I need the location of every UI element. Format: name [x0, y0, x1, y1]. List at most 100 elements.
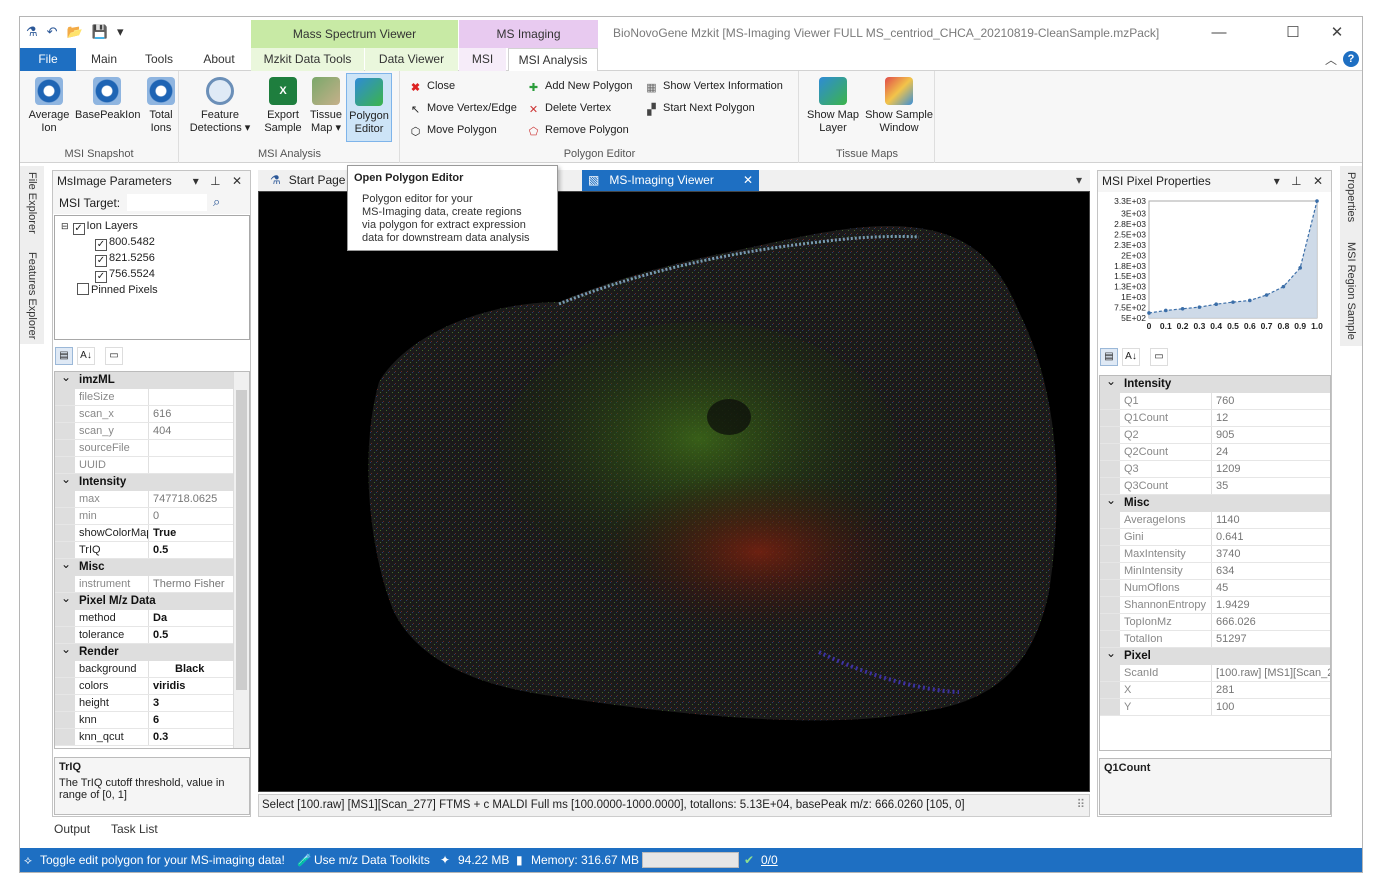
qat-dropdown-icon[interactable]: ▾	[117, 24, 124, 40]
tab-ms-imaging-viewer[interactable]: ▧ MS-Imaging Viewer ✕	[582, 170, 759, 191]
property-row[interactable]: showColorMap True	[55, 525, 234, 542]
open-folder-icon[interactable]: 📂	[67, 24, 83, 40]
property-row[interactable]: Y 100	[1100, 699, 1330, 716]
property-row[interactable]: NumOfIons 45	[1100, 580, 1330, 597]
tab-tools[interactable]: Tools	[135, 48, 183, 71]
tree-node-layer-2[interactable]: ✓ 821.5256	[95, 250, 155, 267]
tab-output[interactable]: Output	[54, 822, 90, 836]
property-row[interactable]: Q3Count 35	[1100, 478, 1330, 495]
property-row[interactable]: tolerance 0.5	[55, 627, 234, 644]
add-new-polygon-button[interactable]: ✚ Add New Polygon	[527, 77, 633, 95]
show-sample-window-button[interactable]: Show Sample Window	[864, 77, 934, 135]
property-value[interactable]: 6	[149, 712, 234, 728]
minimize-button[interactable]: —	[1196, 21, 1242, 45]
feature-detections-button[interactable]: Feature Detections ▾	[184, 77, 256, 135]
property-row[interactable]: ScanId [100.raw] [MS1][Scan_2	[1100, 665, 1330, 682]
tree-node-ion-layers[interactable]: ⊟ ✓ Ion Layers	[61, 218, 138, 235]
side-tab-properties[interactable]: Properties	[1345, 172, 1357, 222]
show-map-layer-button[interactable]: Show Map Layer	[805, 77, 861, 135]
tab-mzkit-data-tools[interactable]: Mzkit Data Tools	[251, 48, 364, 71]
tab-about[interactable]: About	[195, 48, 243, 71]
property-row[interactable]: TotalIon 51297	[1100, 631, 1330, 648]
pixel-categorized-icon[interactable]: ▤	[1100, 348, 1118, 366]
close-tab-icon[interactable]: ✕	[743, 170, 753, 191]
property-value[interactable]: 0.5	[149, 542, 234, 558]
tab-start-page[interactable]: ⚗ Start Page	[264, 170, 354, 191]
property-row[interactable]: Q1 760	[1100, 393, 1330, 410]
property-row[interactable]: fileSize	[55, 389, 234, 406]
move-polygon-button[interactable]: ⬡ Move Polygon	[409, 121, 497, 139]
tissue-image[interactable]	[259, 192, 1090, 792]
collapse-ribbon-icon[interactable]: ︿	[1325, 51, 1337, 68]
property-row[interactable]: MinIntensity 634	[1100, 563, 1330, 580]
export-sample-button[interactable]: X Export Sample	[260, 77, 306, 135]
tab-task-list[interactable]: Task List	[111, 822, 158, 836]
property-row[interactable]: MaxIntensity 3740	[1100, 546, 1330, 563]
maximize-button[interactable]: ☐	[1270, 21, 1316, 45]
start-next-polygon-button[interactable]: ▞ Start Next Polygon	[645, 99, 754, 117]
category-intensity[interactable]: Intensity	[55, 471, 234, 491]
close-polygon-button[interactable]: ✖ Close	[409, 77, 455, 95]
property-row[interactable]: Q2 905	[1100, 427, 1330, 444]
side-tab-msi-region-sample[interactable]: MSI Region Sample	[1345, 242, 1357, 340]
pixel-panel-header-buttons[interactable]: ▾ ⊥ ✕	[1274, 171, 1327, 192]
property-row[interactable]: height 3	[55, 695, 234, 712]
tree-node-pinned-pixels[interactable]: Pinned Pixels	[77, 282, 158, 298]
delete-vertex-button[interactable]: ✕ Delete Vertex	[527, 99, 611, 117]
tab-msi[interactable]: MSI	[459, 48, 506, 71]
property-value[interactable]: 0.3	[149, 729, 234, 745]
category-misc[interactable]: Misc	[1100, 492, 1330, 512]
ms-imaging-canvas[interactable]	[258, 191, 1090, 792]
property-row[interactable]: knn 6	[55, 712, 234, 729]
category-pixel-mz[interactable]: Pixel M/z Data	[55, 590, 234, 610]
close-window-button[interactable]: ✕	[1314, 21, 1360, 45]
property-row[interactable]: X 281	[1100, 682, 1330, 699]
help-icon[interactable]: ?	[1343, 51, 1359, 67]
checkbox-ion-layers[interactable]: ✓	[72, 223, 85, 235]
category-imzml[interactable]: imzML	[55, 372, 234, 389]
remove-polygon-button[interactable]: ⬠ Remove Polygon	[527, 121, 629, 139]
search-icon[interactable]: ⌕	[213, 194, 220, 210]
property-row[interactable]: Gini 0.641	[1100, 529, 1330, 546]
tree-collapse-icon[interactable]: ⊟	[61, 221, 69, 231]
base-peak-ion-button[interactable]: BasePeakIon	[75, 77, 140, 122]
category-misc[interactable]: Misc	[55, 556, 234, 576]
property-row[interactable]: colors viridis	[55, 678, 234, 695]
property-row[interactable]: scan_y 404	[55, 423, 234, 440]
tree-node-layer-3[interactable]: ✓ 756.5524	[95, 266, 155, 283]
property-row[interactable]: Q2Count 24	[1100, 444, 1330, 461]
scrollbar-thumb[interactable]	[236, 390, 247, 690]
property-row[interactable]: ShannonEntropy 1.9429	[1100, 597, 1330, 614]
property-value[interactable]: 3	[149, 695, 234, 711]
move-vertex-edge-button[interactable]: ↖ Move Vertex/Edge	[409, 99, 517, 117]
tab-file[interactable]: File	[20, 48, 76, 71]
total-ions-button[interactable]: Total Ions	[144, 77, 178, 135]
property-value[interactable]: True	[149, 525, 234, 541]
toolkit-link[interactable]: Use m/z Data Toolkits	[314, 848, 430, 872]
pixel-property-pages-icon[interactable]: ▭	[1150, 348, 1168, 366]
property-row[interactable]: knn_qcut 0.3	[55, 729, 234, 746]
property-row[interactable]: Q3 1209	[1100, 461, 1330, 478]
tab-list-dropdown-icon[interactable]: ▾	[1076, 173, 1082, 187]
tab-msi-analysis[interactable]: MSI Analysis	[508, 48, 598, 72]
property-grid-scrollbar[interactable]	[233, 372, 249, 748]
property-row[interactable]: min 0	[55, 508, 234, 525]
polygon-editor-button[interactable]: Polygon Editor	[346, 73, 392, 142]
tab-data-viewer[interactable]: Data Viewer	[365, 48, 458, 71]
property-row[interactable]: background Black	[55, 661, 234, 678]
tab-main[interactable]: Main	[80, 48, 128, 71]
property-row[interactable]: scan_x 616	[55, 406, 234, 423]
property-row[interactable]: sourceFile	[55, 440, 234, 457]
sort-alpha-icon[interactable]: A↓	[77, 347, 95, 365]
property-row[interactable]: TopIonMz 666.026	[1100, 614, 1330, 631]
average-ion-button[interactable]: Average Ion	[26, 77, 72, 135]
property-pages-icon[interactable]: ▭	[105, 347, 123, 365]
pixel-sort-alpha-icon[interactable]: A↓	[1122, 348, 1140, 366]
property-row[interactable]: AverageIons 1140	[1100, 512, 1330, 529]
property-value[interactable]: 0.5	[149, 627, 234, 643]
property-row[interactable]: TrIQ 0.5	[55, 542, 234, 559]
property-value[interactable]: Da	[149, 610, 234, 626]
side-tab-file-explorer[interactable]: File Explorer	[26, 172, 38, 234]
property-row[interactable]: instrument Thermo Fisher	[55, 576, 234, 593]
property-row[interactable]: Q1Count 12	[1100, 410, 1330, 427]
